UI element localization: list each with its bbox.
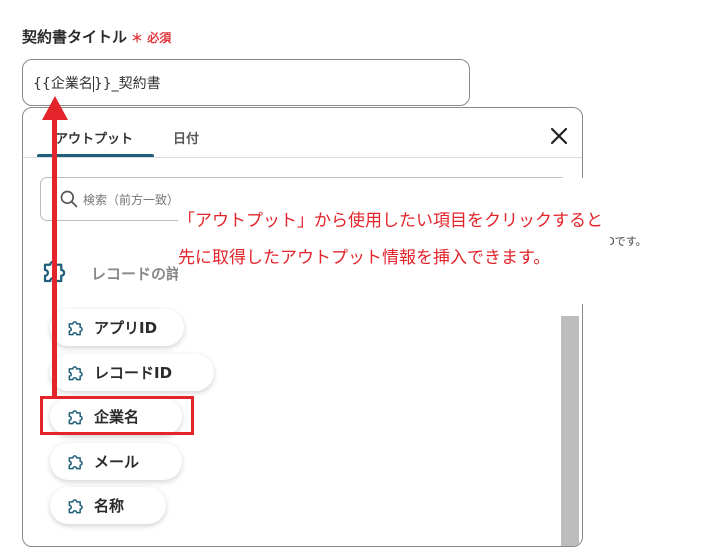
highlight-box xyxy=(40,396,194,435)
tab-divider xyxy=(23,157,582,158)
output-item-label: アプリID xyxy=(94,319,158,337)
puzzle-icon xyxy=(66,363,86,383)
output-item-record-id[interactable]: レコードID xyxy=(50,354,214,391)
output-item-label: 名称 xyxy=(94,497,125,515)
value-prefix: {{企業名 xyxy=(33,76,93,92)
annotation-arrow-head xyxy=(42,96,68,120)
puzzle-icon xyxy=(66,452,86,472)
puzzle-icon xyxy=(66,496,86,516)
field-label: 契約書タイトル＊ 必須 xyxy=(22,26,171,47)
annotation-callout: 「アウトプット」から使用したい項目をクリックすると 先に取得したアウトプット情報… xyxy=(178,178,610,304)
output-item-name[interactable]: 名称 xyxy=(50,487,166,524)
search-icon xyxy=(60,190,78,208)
output-item-label: レコードID xyxy=(94,364,173,382)
annotation-line-1: 「アウトプット」から使用したい項目をクリックすると xyxy=(178,211,603,231)
required-badge: ＊ 必須 xyxy=(131,31,172,45)
output-picker-panel: アウトプット 日付 検索（前方一致） レコードの詳細 アプリID レコードID … xyxy=(22,107,583,547)
annotation-arrow-shaft xyxy=(52,112,57,398)
tab-date[interactable]: 日付 xyxy=(173,128,199,147)
scrollbar[interactable] xyxy=(561,316,579,546)
annotation-line-2: 先に取得したアウトプット情報を挿入できます。 xyxy=(178,248,551,268)
contract-title-input[interactable]: {{企業名}}_契約書 xyxy=(22,59,470,106)
value-suffix: }}_契約書 xyxy=(93,76,161,92)
contract-title-value[interactable]: {{企業名}}_契約書 xyxy=(33,73,161,93)
search-placeholder: 検索（前方一致） xyxy=(83,193,180,207)
output-item-app-id[interactable]: アプリID xyxy=(50,309,184,346)
output-item-label: メール xyxy=(94,453,140,471)
puzzle-icon xyxy=(66,318,86,338)
close-icon[interactable] xyxy=(547,124,571,148)
tab-output[interactable]: アウトプット xyxy=(55,128,133,147)
field-label-text: 契約書タイトル xyxy=(22,28,128,46)
output-item-email[interactable]: メール xyxy=(50,443,182,480)
